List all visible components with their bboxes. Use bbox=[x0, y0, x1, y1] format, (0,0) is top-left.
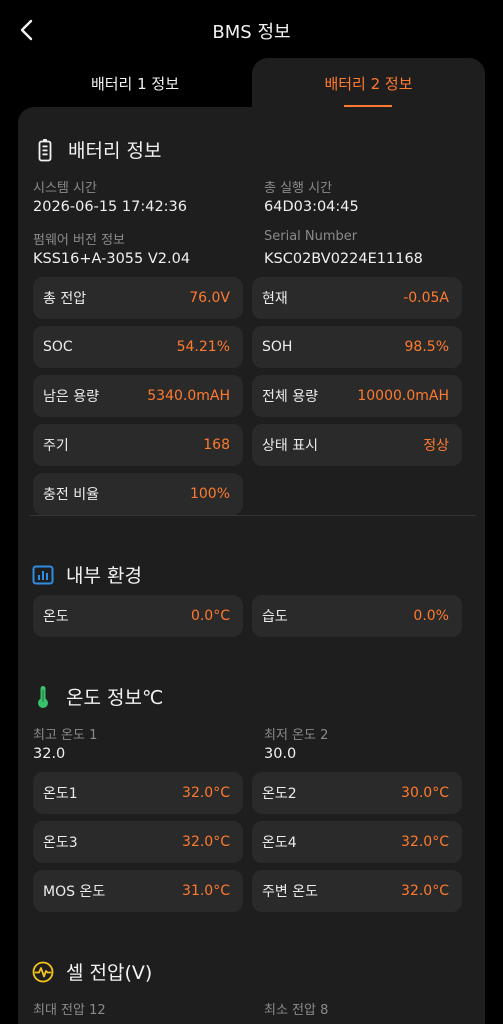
card-label: 주기 bbox=[43, 438, 69, 454]
system-time-value: 2026-06-15 17:42:36 bbox=[33, 199, 187, 215]
card-label: SOH bbox=[262, 339, 293, 355]
card-value: 5340.0mAH bbox=[147, 388, 230, 404]
card-label: 습도 bbox=[262, 609, 288, 625]
card-cycles: 주기 168 bbox=[33, 424, 243, 466]
card-value: 54.21% bbox=[176, 339, 230, 355]
card-label: 온도3 bbox=[43, 835, 78, 851]
card-value: 168 bbox=[203, 437, 230, 453]
card-label: 온도4 bbox=[262, 835, 297, 851]
runtime-value: 64D03:04:45 bbox=[264, 199, 359, 215]
firmware-value: KSS16+A-3055 V2.04 bbox=[33, 251, 191, 267]
card-temp-4: 온도4 32.0°C bbox=[252, 821, 462, 863]
min-temp-value: 30.0 bbox=[264, 746, 297, 762]
serial-value: KSC02BV0224E11168 bbox=[264, 251, 423, 267]
card-value: 0.0% bbox=[413, 608, 449, 624]
card-label: SOC bbox=[43, 339, 73, 355]
card-label: 온도 bbox=[43, 609, 69, 625]
battery-icon bbox=[32, 137, 58, 163]
thermometer-icon bbox=[30, 684, 56, 710]
max-temp-value: 32.0 bbox=[33, 746, 66, 762]
card-current: 현재 -0.05A bbox=[252, 277, 462, 319]
battery-tabs: 배터리 1 정보 배터리 2 정보 bbox=[0, 58, 503, 110]
section-divider bbox=[30, 515, 476, 516]
card-value: 76.0V bbox=[189, 290, 230, 306]
card-value: -0.05A bbox=[403, 290, 449, 306]
card-mos-temp: MOS 온도 31.0°C bbox=[33, 870, 243, 912]
page-title: BMS 정보 bbox=[212, 22, 291, 43]
card-temp-3: 온도3 32.0°C bbox=[33, 821, 243, 863]
system-time-label: 시스템 시간 bbox=[33, 181, 97, 196]
max-temp-label: 최고 온도 1 bbox=[33, 728, 98, 743]
card-value: 98.5% bbox=[404, 339, 449, 355]
section-battery-info: 배터리 정보 bbox=[32, 136, 161, 163]
card-label: 온도2 bbox=[262, 786, 297, 802]
min-voltage-label: 최소 전압 8 bbox=[264, 1003, 329, 1018]
card-temp-2: 온도2 30.0°C bbox=[252, 772, 462, 814]
card-value: 정상 bbox=[423, 438, 449, 454]
section-title: 온도 정보℃ bbox=[66, 687, 164, 709]
app-header: BMS 정보 bbox=[0, 0, 503, 60]
section-title: 내부 환경 bbox=[66, 565, 142, 587]
card-label: 상태 표시 bbox=[262, 438, 318, 454]
card-internal-temp: 온도 0.0°C bbox=[33, 595, 243, 637]
card-total-voltage: 총 전압 76.0V bbox=[33, 277, 243, 319]
card-value: 32.0°C bbox=[182, 785, 230, 801]
tab-battery-2[interactable]: 배터리 2 정보 bbox=[252, 58, 485, 110]
pulse-icon bbox=[30, 959, 56, 985]
serial-label: Serial Number bbox=[264, 229, 358, 244]
card-label: 총 전압 bbox=[43, 291, 87, 307]
card-remaining-capacity: 남은 용량 5340.0mAH bbox=[33, 375, 243, 417]
section-temp-info: 온도 정보℃ bbox=[30, 683, 163, 710]
card-label: 남은 용량 bbox=[43, 389, 99, 405]
card-label: MOS 온도 bbox=[43, 884, 106, 900]
section-cell-voltage: 셀 전압(V) bbox=[30, 958, 152, 985]
section-internal-env: 내부 환경 bbox=[30, 561, 142, 588]
min-temp-label: 최저 온도 2 bbox=[264, 728, 329, 743]
card-value: 10000.0mAH bbox=[357, 388, 449, 404]
card-soc: SOC 54.21% bbox=[33, 326, 243, 368]
chart-icon bbox=[30, 562, 56, 588]
card-ambient-temp: 주변 온도 32.0°C bbox=[252, 870, 462, 912]
section-title: 셀 전압(V) bbox=[66, 962, 153, 984]
card-temp-1: 온도1 32.0°C bbox=[33, 772, 243, 814]
runtime-label: 총 실행 시간 bbox=[264, 181, 333, 196]
card-value: 31.0°C bbox=[182, 883, 230, 899]
card-label: 현재 bbox=[262, 291, 288, 307]
section-title: 배터리 정보 bbox=[68, 140, 162, 162]
card-value: 0.0°C bbox=[190, 608, 230, 624]
card-humidity: 습도 0.0% bbox=[252, 595, 462, 637]
firmware-label: 펌웨어 버전 정보 bbox=[33, 233, 125, 248]
card-label: 충전 비율 bbox=[43, 487, 99, 503]
card-value: 32.0°C bbox=[182, 834, 230, 850]
card-total-capacity: 전체 용량 10000.0mAH bbox=[252, 375, 462, 417]
card-status: 상태 표시 정상 bbox=[252, 424, 462, 466]
card-charge-ratio: 충전 비율 100% bbox=[33, 473, 243, 515]
card-soh: SOH 98.5% bbox=[252, 326, 462, 368]
card-label: 전체 용량 bbox=[262, 389, 318, 405]
tab-battery-1[interactable]: 배터리 1 정보 bbox=[20, 58, 250, 110]
card-value: 32.0°C bbox=[401, 883, 449, 899]
card-label: 온도1 bbox=[43, 786, 78, 802]
card-label: 주변 온도 bbox=[262, 884, 318, 900]
card-value: 30.0°C bbox=[401, 785, 449, 801]
card-value: 100% bbox=[189, 486, 230, 502]
card-value: 32.0°C bbox=[401, 834, 449, 850]
max-voltage-label: 최대 전압 12 bbox=[33, 1003, 106, 1018]
